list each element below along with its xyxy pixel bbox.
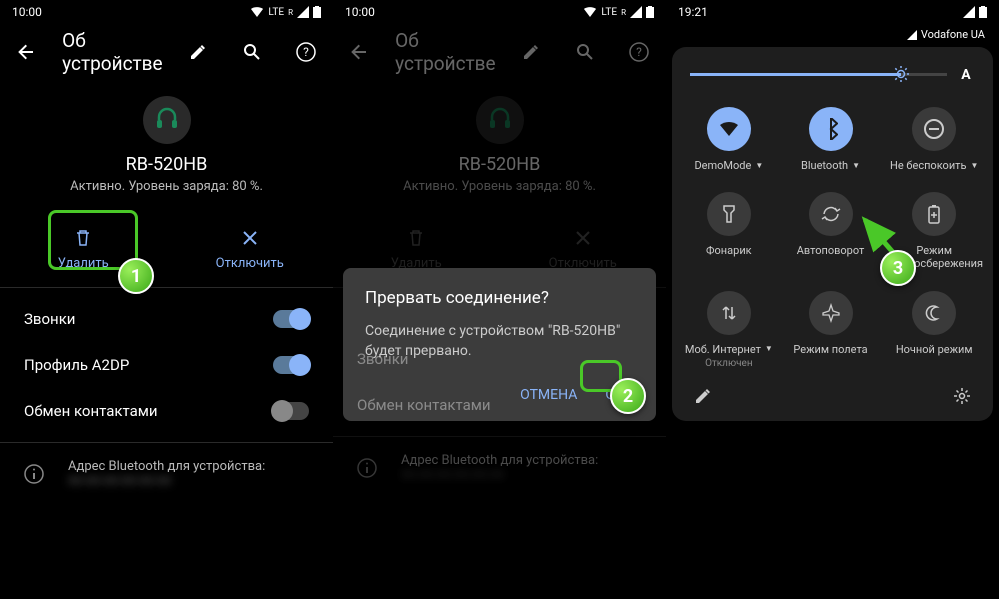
device-header: RB-520HB Активно. Уровень заряда: 80 %. (0, 80, 333, 214)
status-icons (963, 6, 987, 18)
carrier-row: Vodafone UA (666, 24, 999, 43)
marker-3: 3 (880, 250, 916, 286)
status-bar: 10:00 LTE R (333, 0, 666, 24)
network-label: LTE (601, 7, 617, 18)
action-row: Удалить Отключить (0, 214, 333, 288)
toolbar: Об устройстве ? (0, 24, 333, 80)
search-button[interactable] (233, 32, 271, 72)
network-label: LTE (268, 7, 284, 18)
flashlight-icon (707, 192, 751, 236)
info-icon (24, 464, 44, 484)
settings-list: Звонки Профиль A2DP Обмен контактами (0, 288, 333, 442)
wifi-icon (707, 107, 751, 151)
page-title: Об устройстве (62, 29, 162, 75)
device-name: RB-520HB (333, 154, 666, 175)
info-icon (357, 458, 377, 478)
search-button (566, 32, 604, 72)
marker-1: 1 (118, 258, 154, 294)
contacts-switch[interactable] (273, 402, 309, 420)
trash-icon (71, 226, 95, 250)
setting-calls: Звонки (333, 336, 666, 382)
bluetooth-tile[interactable]: Bluetooth▼ (782, 101, 880, 178)
back-button[interactable] (8, 32, 46, 72)
dnd-icon (912, 107, 956, 151)
chevron-down-icon: ▼ (970, 161, 978, 171)
svg-text:?: ? (303, 45, 309, 59)
rotate-icon (809, 192, 853, 236)
quick-settings-panel: A DemoMode▼ Bluetooth▼ Не беспокоить▼ Фо… (672, 47, 993, 421)
chevron-down-icon: ▼ (852, 161, 860, 171)
svg-text:?: ? (636, 45, 642, 59)
bluetooth-address-row: Адрес Bluetooth для устройства: 00:00:00… (0, 442, 333, 505)
battery-icon (979, 6, 987, 18)
disconnect-label: Отключить (167, 256, 334, 271)
bluetooth-icon (809, 107, 853, 151)
status-icons: LTE R (583, 6, 654, 18)
battery-icon (313, 6, 321, 18)
phone-screen-3: 19:21 Vodafone UA A DemoMode▼ (666, 0, 999, 599)
edit-tiles-button[interactable] (694, 387, 712, 405)
headset-icon (476, 96, 524, 144)
carrier-label: Vodafone UA (921, 28, 985, 41)
page-title: Об устройстве (395, 29, 495, 75)
settings-button[interactable] (953, 387, 971, 405)
disconnect-action[interactable]: Отключить (167, 214, 334, 287)
edit-button[interactable] (179, 32, 217, 72)
setting-calls[interactable]: Звонки (0, 296, 333, 342)
device-header: RB-520HB Активно. Уровень заряда: 80 %. (333, 80, 666, 214)
wifi-icon (583, 6, 597, 18)
status-bar: 10:00 LTE R (0, 0, 333, 24)
device-status: Активно. Уровень заряда: 80 %. (0, 179, 333, 194)
chevron-down-icon: ▼ (755, 161, 763, 171)
status-time: 10:00 (345, 5, 375, 19)
flashlight-tile[interactable]: Фонарик (680, 186, 778, 276)
signal-icon (630, 6, 642, 18)
airplane-tile[interactable]: Режим полета (782, 285, 880, 375)
brightness-thumb-icon[interactable] (893, 66, 909, 82)
device-status: Активно. Уровень заряда: 80 %. (333, 179, 666, 194)
signal-icon (963, 6, 975, 18)
airplane-icon (809, 291, 853, 335)
status-bar: 19:21 (666, 0, 999, 24)
device-name: RB-520HB (0, 154, 333, 175)
status-time: 10:00 (12, 5, 42, 19)
status-icons: LTE R (250, 6, 321, 18)
mobile-data-tile[interactable]: Моб. Интернет▼ Отключен (680, 285, 778, 375)
help-button: ? (620, 32, 658, 72)
brightness-slider[interactable]: A (680, 59, 985, 101)
setting-a2dp[interactable]: Профиль A2DP (0, 342, 333, 388)
dnd-tile[interactable]: Не беспокоить▼ (883, 101, 985, 178)
toolbar: Об устройстве ? (333, 24, 666, 80)
auto-brightness-icon[interactable]: A (957, 65, 975, 83)
phone-screen-1: 10:00 LTE R Об устройстве ? RB-520HB Акт… (0, 0, 333, 599)
wifi-icon (250, 6, 264, 18)
bluetooth-address-row: Адрес Bluetooth для устройства: 00:00:00… (333, 436, 666, 499)
phone-screen-2: 10:00 LTE R Об устройстве ? RB-520HB Акт… (333, 0, 666, 599)
data-icon (707, 291, 751, 335)
setting-contacts[interactable]: Обмен контактами (0, 388, 333, 434)
signal-small-icon (907, 30, 917, 40)
back-button (341, 32, 379, 72)
svg-text:A: A (961, 67, 971, 83)
battery-saver-icon (912, 192, 956, 236)
bt-address-value: 00:00:00:00:00:00 (68, 474, 265, 489)
network-r-icon: R (621, 8, 626, 17)
chevron-down-icon: ▼ (765, 344, 773, 354)
bt-address-label: Адрес Bluetooth для устройства: (68, 459, 265, 474)
calls-switch[interactable] (273, 310, 309, 328)
close-icon (238, 226, 262, 250)
battery-icon (646, 6, 654, 18)
status-time: 19:21 (678, 5, 708, 19)
wifi-tile[interactable]: DemoMode▼ (680, 101, 778, 178)
signal-icon (297, 6, 309, 18)
moon-icon (912, 291, 956, 335)
edit-button (512, 32, 550, 72)
marker-2: 2 (610, 378, 646, 414)
a2dp-switch[interactable] (273, 356, 309, 374)
night-mode-tile[interactable]: Ночной режим (883, 285, 985, 375)
headset-icon (143, 96, 191, 144)
dialog-title: Прервать соединение? (365, 288, 634, 308)
help-button[interactable]: ? (287, 32, 325, 72)
network-r-icon: R (288, 8, 293, 17)
